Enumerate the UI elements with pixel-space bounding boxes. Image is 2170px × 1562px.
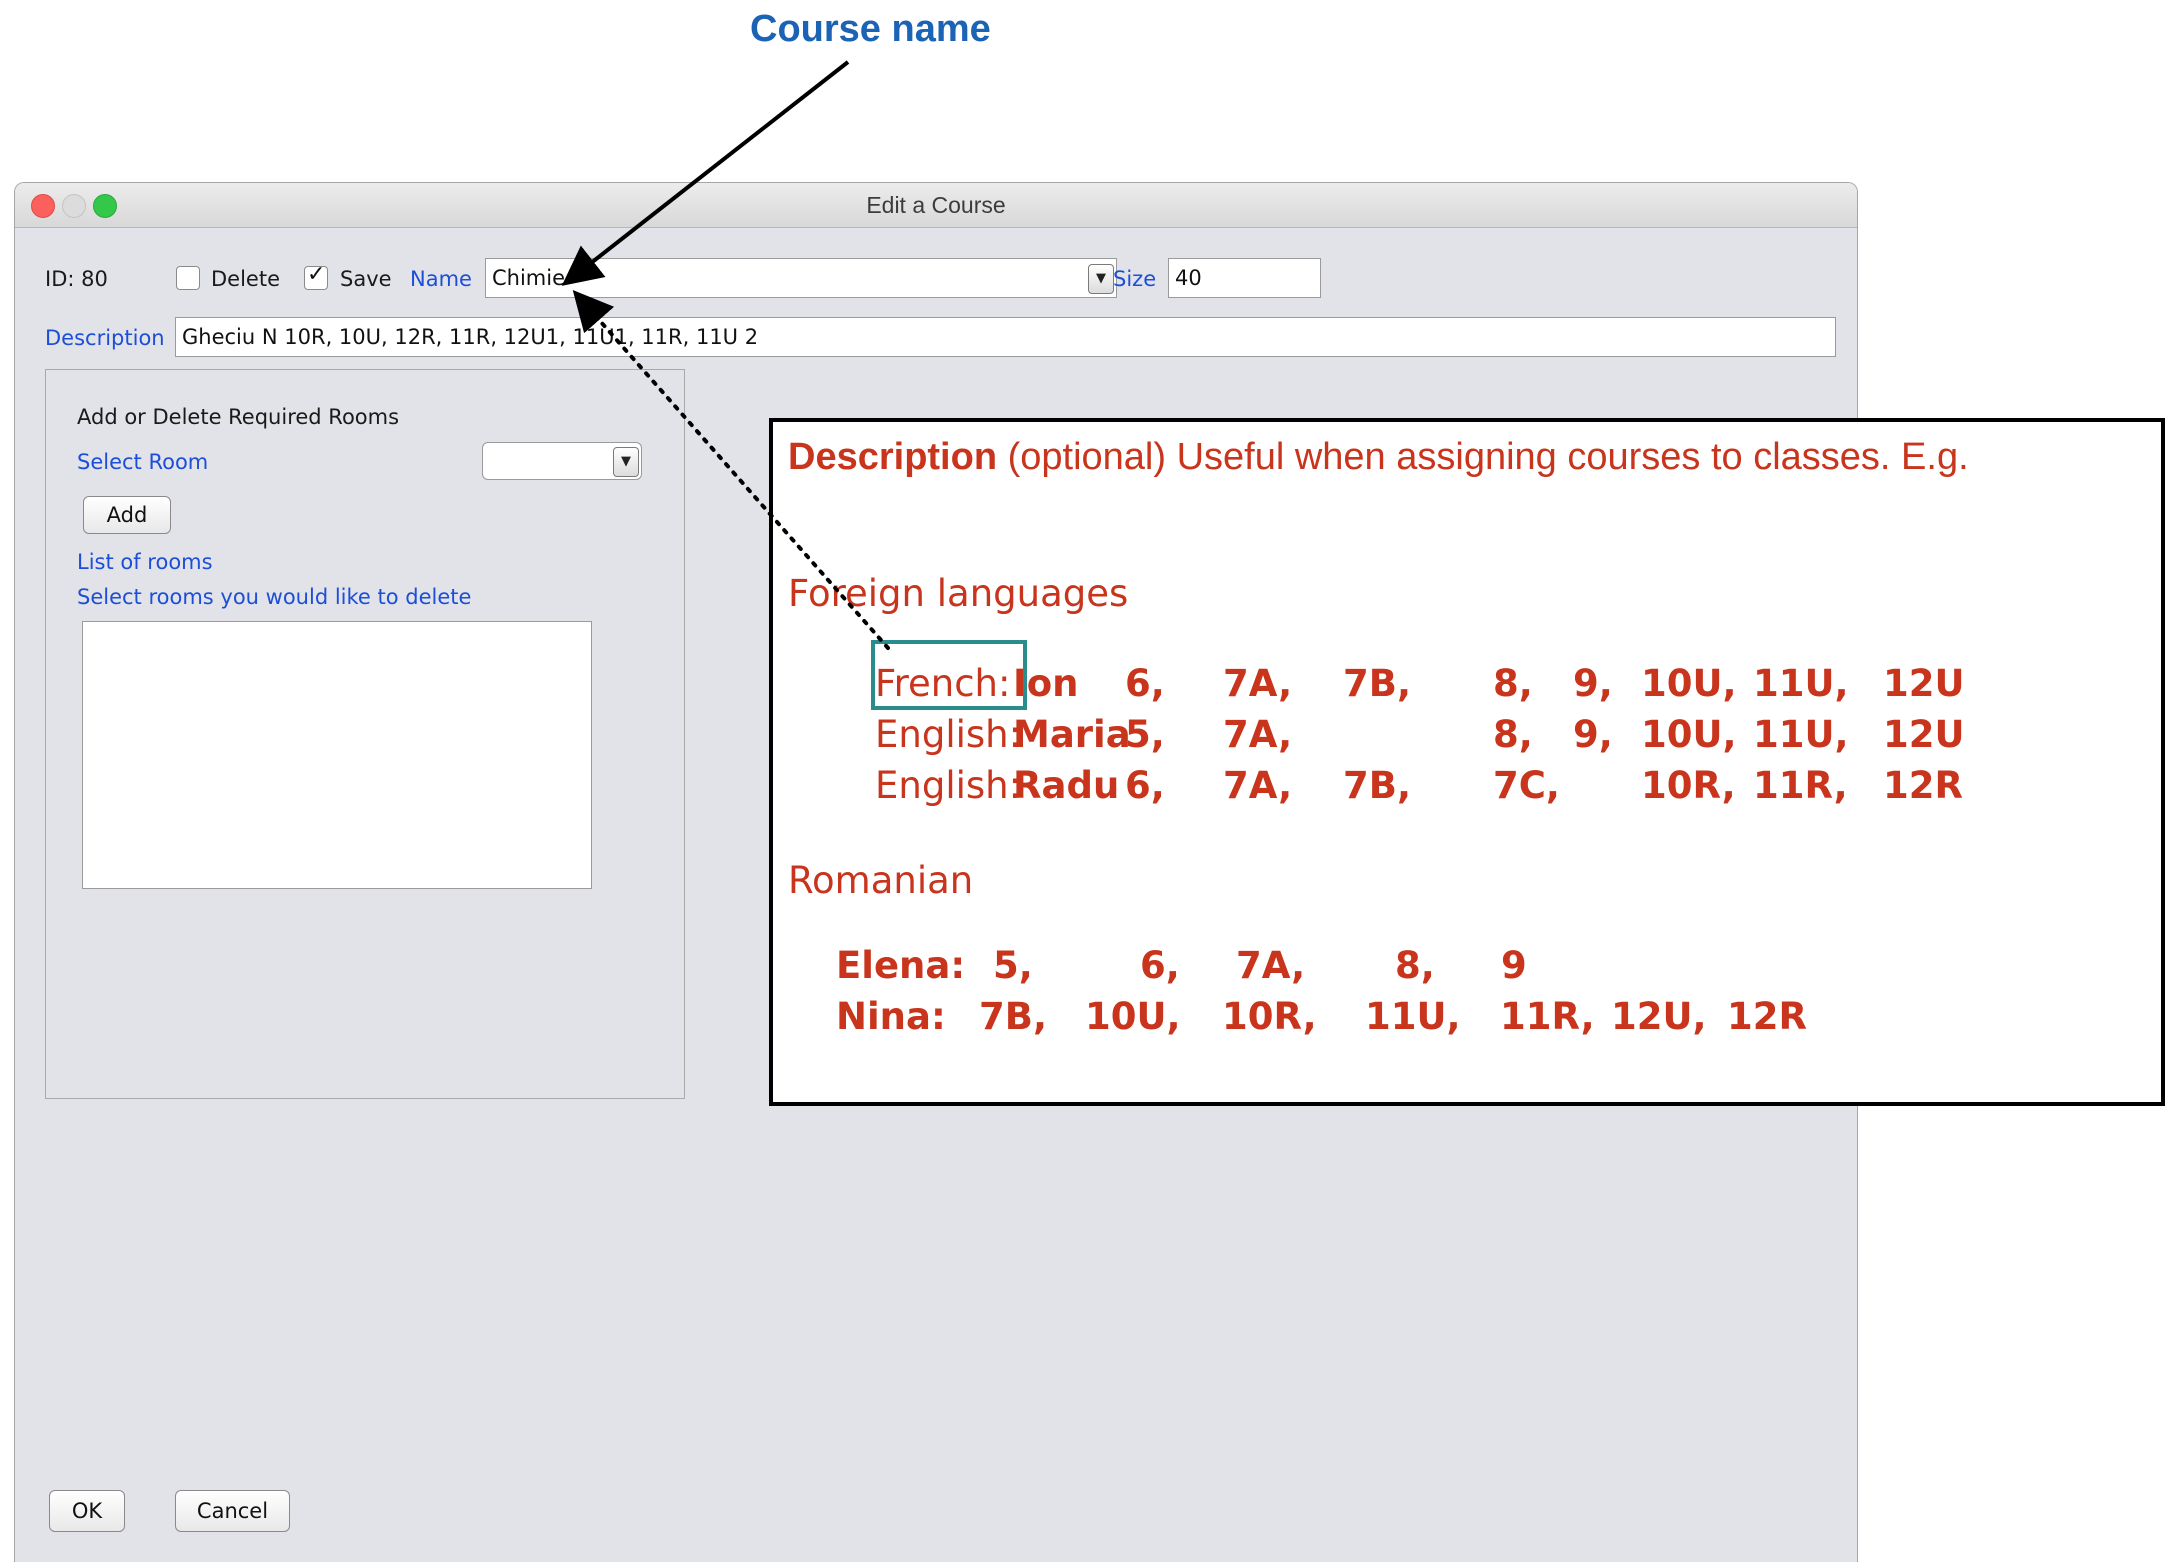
annotation-arrows xyxy=(561,60,890,650)
course-name-arrow xyxy=(561,60,850,286)
description-dotted-arrow xyxy=(572,289,890,650)
